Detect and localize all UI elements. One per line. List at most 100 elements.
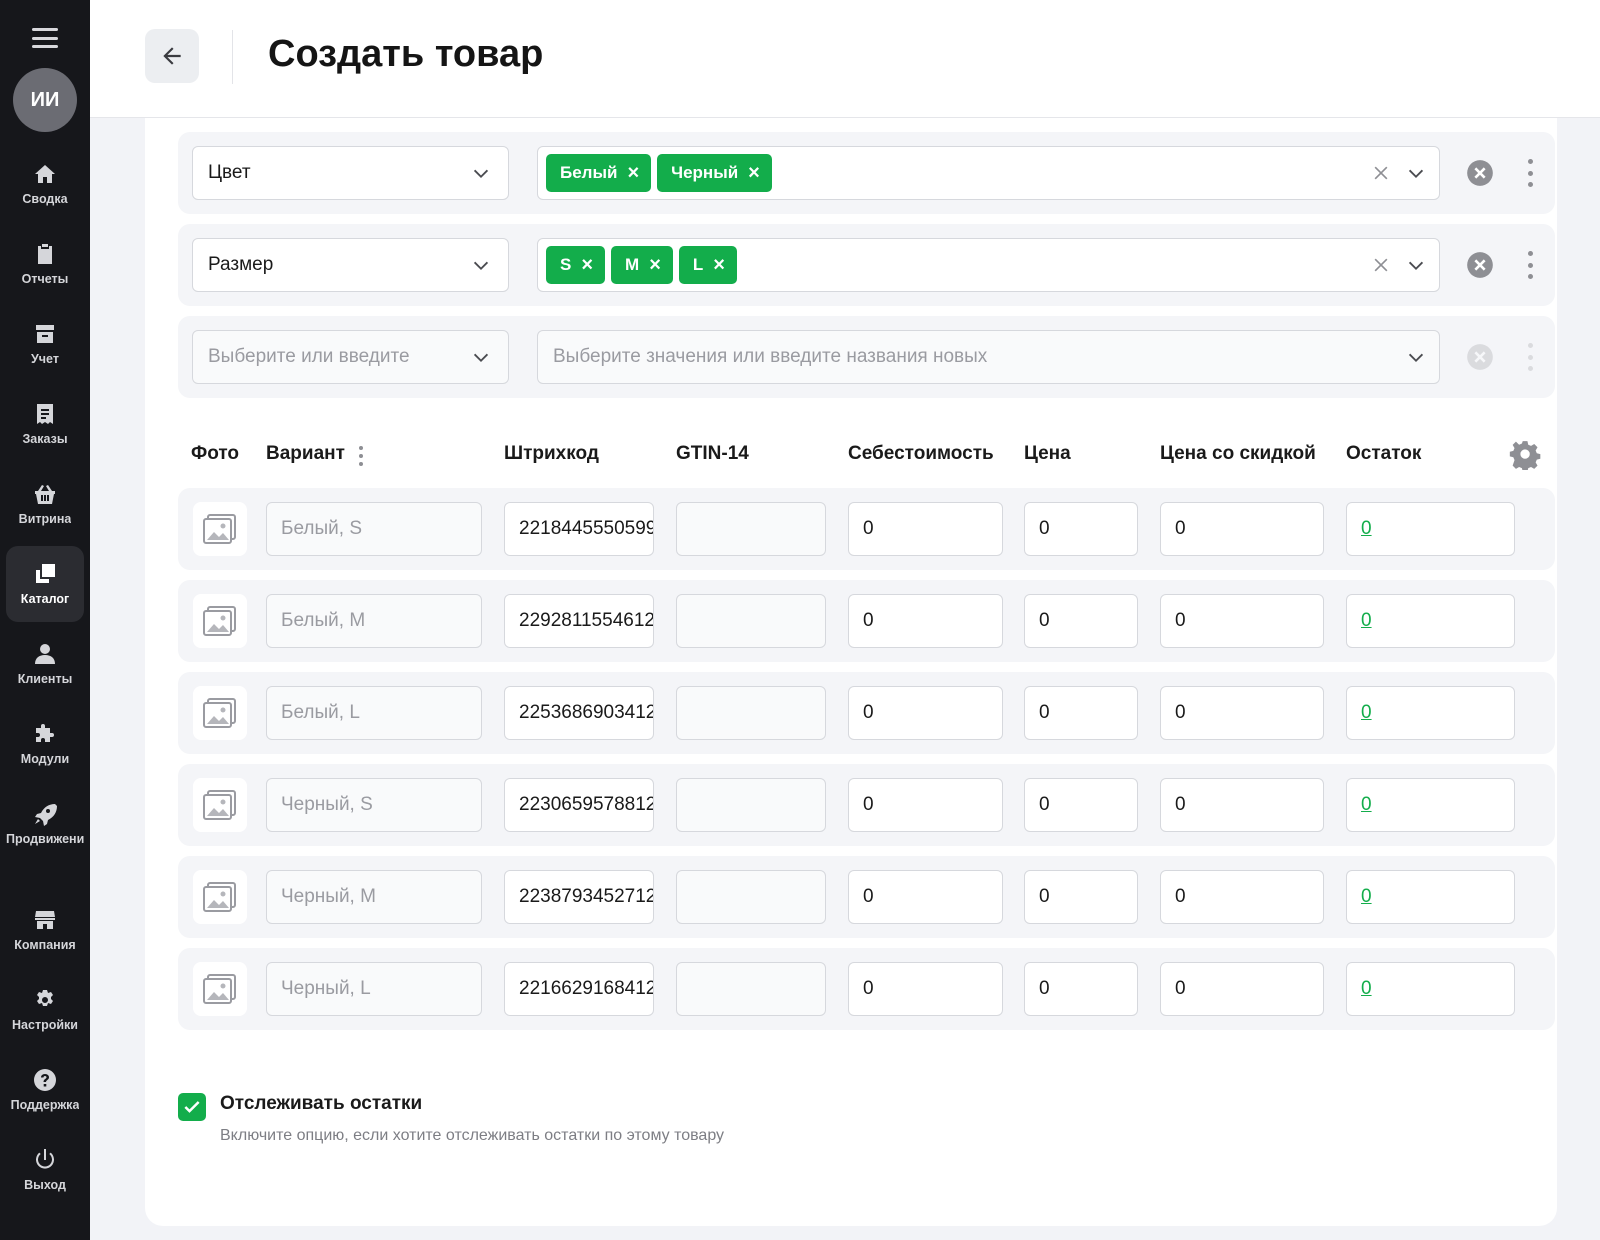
cost-input[interactable]: 0: [848, 962, 1003, 1016]
sidebar-item-accounting[interactable]: Учет: [6, 306, 84, 382]
tag-remove-icon[interactable]: ×: [627, 163, 639, 183]
stock-link[interactable]: 0: [1361, 610, 1372, 632]
stock-link[interactable]: 0: [1361, 886, 1372, 908]
menu-icon[interactable]: [32, 28, 58, 48]
chevron-down-icon[interactable]: [1405, 163, 1427, 185]
remove-option-icon[interactable]: [1466, 251, 1494, 279]
sidebar-item-promotion[interactable]: Продвижение: [6, 786, 84, 862]
image-placeholder-icon: [203, 882, 236, 912]
tag-remove-icon[interactable]: ×: [713, 255, 725, 275]
clear-icon[interactable]: [1371, 163, 1391, 183]
photo-upload[interactable]: [193, 778, 247, 832]
discount-price-input[interactable]: 0: [1160, 870, 1324, 924]
header-divider: [232, 30, 233, 84]
option-values-select[interactable]: Белый × Черный ×: [537, 146, 1440, 200]
sidebar-item-orders[interactable]: Заказы: [6, 386, 84, 462]
barcode-input[interactable]: 2238793452712: [504, 870, 654, 924]
tag-remove-icon[interactable]: ×: [581, 255, 593, 275]
cost-input[interactable]: 0: [848, 778, 1003, 832]
product-card: Цвет Белый× Черный× Размер S× M× L×: [145, 118, 1557, 1226]
tag-remove-icon[interactable]: ×: [649, 255, 661, 275]
sidebar-item-clients[interactable]: Клиенты: [6, 626, 84, 702]
gtin-input[interactable]: [676, 962, 826, 1016]
gtin-input[interactable]: [676, 686, 826, 740]
column-header-gtin: GTIN-14: [676, 443, 749, 464]
store-icon: [35, 911, 55, 929]
sidebar-item-company[interactable]: Компания: [6, 892, 84, 968]
discount-price-input[interactable]: 0: [1160, 778, 1324, 832]
variant-menu-icon[interactable]: [357, 446, 365, 466]
gtin-input[interactable]: [676, 502, 826, 556]
sidebar-item-logout[interactable]: Выход: [6, 1132, 84, 1208]
photo-upload[interactable]: [193, 594, 247, 648]
stock-link[interactable]: 0: [1361, 978, 1372, 1000]
discount-price-input[interactable]: 0: [1160, 502, 1324, 556]
price-input[interactable]: 0: [1024, 778, 1138, 832]
photo-upload[interactable]: [193, 686, 247, 740]
cost-input[interactable]: 0: [848, 686, 1003, 740]
gtin-input[interactable]: [676, 594, 826, 648]
discount-price-input[interactable]: 0: [1160, 594, 1324, 648]
page-header: Создать товар: [90, 0, 1600, 118]
cost-input[interactable]: 0: [848, 594, 1003, 648]
drag-handle-icon[interactable]: [1524, 251, 1536, 279]
option-name-value: Цвет: [208, 162, 251, 183]
cost-input[interactable]: 0: [848, 870, 1003, 924]
option-name-select[interactable]: Выберите или введите: [192, 330, 509, 384]
price-input[interactable]: 0: [1024, 686, 1138, 740]
sidebar-item-settings[interactable]: Настройки: [6, 972, 84, 1048]
sidebar-item-catalog[interactable]: Каталог: [6, 546, 84, 622]
sidebar-item-label: Каталог: [20, 592, 70, 606]
photo-upload[interactable]: [193, 870, 247, 924]
sidebar-item-modules[interactable]: Модули: [6, 706, 84, 782]
option-values-select[interactable]: S × M × L ×: [537, 238, 1440, 292]
sidebar-item-storefront[interactable]: Витрина: [6, 466, 84, 542]
remove-option-icon[interactable]: [1466, 159, 1494, 187]
clear-icon[interactable]: [1371, 255, 1391, 275]
back-button[interactable]: [145, 29, 199, 83]
sidebar-item-reports[interactable]: Отчеты: [6, 226, 84, 302]
discount-price-input[interactable]: 0: [1160, 686, 1324, 740]
sidebar-item-support[interactable]: Поддержка: [6, 1052, 84, 1128]
value-tag: L ×: [678, 246, 737, 284]
sidebar: ИИ Сводка Отчеты Учет Заказы Витрина Кат…: [0, 0, 90, 1240]
sidebar-item-label: Выход: [24, 1178, 66, 1192]
option-name-select[interactable]: Цвет: [192, 146, 509, 200]
tag-remove-icon[interactable]: ×: [748, 163, 760, 183]
track-stock-checkbox[interactable]: [178, 1093, 206, 1121]
sidebar-item-summary[interactable]: Сводка: [6, 146, 84, 222]
chevron-down-icon[interactable]: [1405, 347, 1427, 369]
discount-price-input[interactable]: 0: [1160, 962, 1324, 1016]
drag-handle-icon[interactable]: [1524, 159, 1536, 187]
option-name-select[interactable]: Размер: [192, 238, 509, 292]
price-input[interactable]: 0: [1024, 962, 1138, 1016]
barcode-input[interactable]: 2216629168412: [504, 962, 654, 1016]
barcode-input[interactable]: 2230659578812: [504, 778, 654, 832]
price-input[interactable]: 0: [1024, 502, 1138, 556]
avatar[interactable]: ИИ: [13, 68, 77, 132]
sidebar-item-label: Заказы: [22, 432, 68, 446]
variant-name-field: Белый, M: [266, 594, 482, 648]
column-header-cost: Себестоимость: [848, 443, 994, 464]
gtin-input[interactable]: [676, 778, 826, 832]
stock-link[interactable]: 0: [1361, 794, 1372, 816]
gtin-input[interactable]: [676, 870, 826, 924]
barcode-input[interactable]: 2292811554612: [504, 594, 654, 648]
barcode-input[interactable]: 2253686903412: [504, 686, 654, 740]
option-values-select[interactable]: Выберите значения или введите названия н…: [537, 330, 1440, 384]
price-input[interactable]: 0: [1024, 594, 1138, 648]
checkmark-icon: [184, 1101, 200, 1113]
stock-link[interactable]: 0: [1361, 702, 1372, 724]
chevron-down-icon[interactable]: [1405, 255, 1427, 277]
price-input[interactable]: 0: [1024, 870, 1138, 924]
stock-field: 0: [1346, 962, 1515, 1016]
sidebar-item-label: Модули: [20, 752, 70, 766]
table-settings-gear-icon[interactable]: [1509, 438, 1541, 470]
photo-upload[interactable]: [193, 502, 247, 556]
cost-input[interactable]: 0: [848, 502, 1003, 556]
track-stock-label[interactable]: Отслеживать остатки: [220, 1093, 422, 1115]
stock-field: 0: [1346, 778, 1515, 832]
photo-upload[interactable]: [193, 962, 247, 1016]
stock-link[interactable]: 0: [1361, 518, 1372, 540]
barcode-input[interactable]: 2218445550599: [504, 502, 654, 556]
